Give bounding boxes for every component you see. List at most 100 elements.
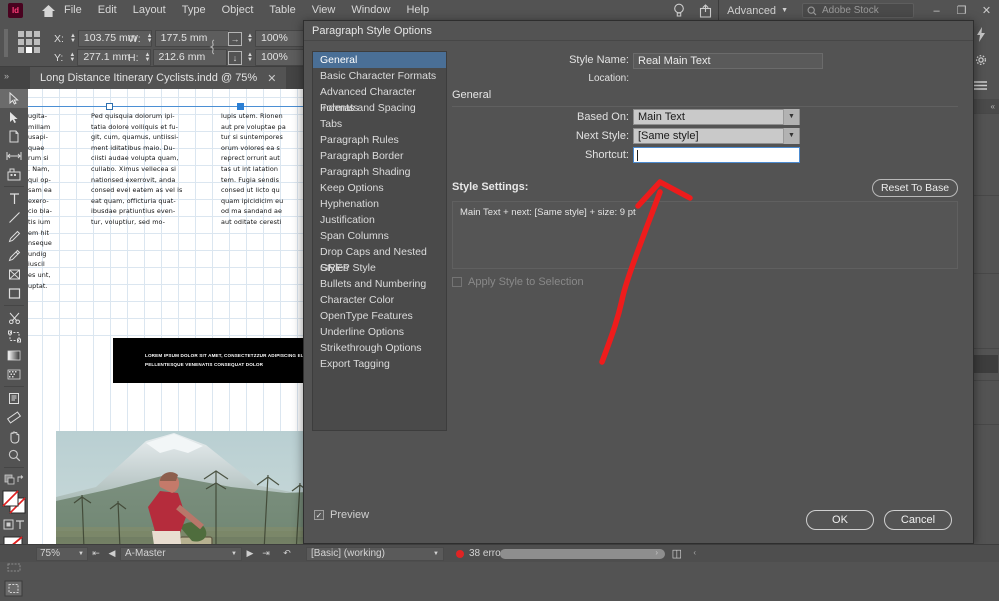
panel-expand-icon[interactable]: » [4,71,9,81]
scissors-tool[interactable] [0,308,28,327]
cyclist-photo[interactable] [56,431,308,544]
menu-item-object[interactable]: Object [214,0,262,21]
based-on-select[interactable]: Main Text ▼ [633,109,800,125]
dialog-nav-hyphenation[interactable]: Hyphenation [313,196,446,212]
minimize-button[interactable]: – [924,0,949,21]
scroll-right-icon[interactable]: › [655,548,658,557]
workspace-switcher[interactable]: Advanced ▼ [718,0,796,21]
dialog-nav-tabs[interactable]: Tabs [313,116,446,132]
master-page-select[interactable]: A-Master ▼ [120,546,242,561]
scale-y-group[interactable]: ↓ ▲ ▼ 100% [228,49,315,66]
first-page-icon[interactable]: ⇤ [88,548,104,559]
menu-item-help[interactable]: Help [398,0,437,21]
apply-style-to-selection-row[interactable]: Apply Style to Selection [452,276,584,288]
fill-stroke-swap[interactable] [0,470,28,489]
ok-button[interactable]: OK [806,510,874,530]
x-stepper[interactable]: ▲ ▼ [68,30,78,47]
chevron-down-icon-zoom[interactable]: ▼ [78,551,84,557]
text-column-middle[interactable]: Ped quisquia dolorum ipi- tatia dolore v… [91,111,195,228]
dialog-nav-keep-options[interactable]: Keep Options [313,180,446,196]
gradient-swatch-tool[interactable] [0,346,28,365]
scale-x-group[interactable]: → ▲ ▼ 100% [228,30,315,47]
dialog-nav-advanced-character-formats[interactable]: Advanced Character Formats [313,84,446,114]
spread-overflow-icon[interactable]: ‹ [693,548,696,557]
chevron-down-icon[interactable]: ▼ [783,109,799,125]
gradient-feather-tool[interactable] [0,365,28,384]
apply-style-checkbox[interactable] [452,277,462,287]
dialog-nav-list[interactable]: General Basic Character Formats Advanced… [312,51,447,431]
close-icon[interactable]: ✕ [267,72,276,85]
spread-view-icon[interactable]: ◫ [672,547,682,560]
control-bar-grip[interactable] [4,29,8,57]
selection-tool[interactable] [0,89,28,108]
fill-stroke-swatches[interactable] [0,489,28,515]
page-history-icon[interactable]: ↶ [274,548,300,559]
menu-item-file[interactable]: File [56,0,90,21]
previous-page-icon[interactable]: ◀ [104,548,120,559]
w-stepper[interactable]: ▲ ▼ [145,30,155,47]
caption-frame[interactable]: LOREM IPSUM DOLOR SIT AMET, CONSECTETZZU… [113,338,308,383]
dialog-nav-indents-and-spacing[interactable]: Indents and Spacing [313,100,446,116]
measure-tool[interactable] [0,408,28,427]
dialog-nav-paragraph-shading[interactable]: Paragraph Shading [313,164,446,180]
close-button[interactable]: ✕ [974,0,999,21]
dialog-nav-opentype-features[interactable]: OpenType Features [313,308,446,324]
hand-tool[interactable] [0,427,28,446]
frame-tool[interactable] [0,265,28,284]
scrollbar-thumb[interactable] [500,549,665,559]
document-tab[interactable]: Long Distance Itinerary Cyclists.indd @ … [30,67,287,89]
zoom-level-select[interactable]: 75% ▼ [36,546,88,561]
dialog-nav-strikethrough-options[interactable]: Strikethrough Options [313,340,446,356]
preflight-profile-select[interactable]: [Basic] (working) ▼ [306,546,444,561]
frame-handle[interactable] [106,103,113,110]
pencil-tool[interactable] [0,246,28,265]
chevron-down-icon-2[interactable]: ▼ [783,128,799,144]
menu-item-table[interactable]: Table [261,0,303,21]
page[interactable]: ugita- millam usapi- quae rum si . Nam, … [28,89,308,544]
share-icon[interactable] [692,0,718,21]
h-stepper[interactable]: ▲ ▼ [143,49,153,66]
style-settings-box[interactable]: Main Text + next: [Same style] + size: 9… [452,201,958,269]
dialog-nav-paragraph-rules[interactable]: Paragraph Rules [313,132,446,148]
y-stepper[interactable]: ▲ ▼ [67,49,77,66]
cancel-button[interactable]: Cancel [884,510,952,530]
frame-handle-selected[interactable] [237,103,244,110]
menu-item-edit[interactable]: Edit [90,0,125,21]
gap-tool[interactable] [0,146,28,165]
screen-mode-button[interactable] [0,577,28,601]
free-transform-tool[interactable] [0,327,28,346]
horizontal-scrollbar[interactable]: › ◫ ‹ [440,548,700,560]
adobe-stock-search[interactable]: Adobe Stock [802,3,914,18]
paragraph-style-options-dialog[interactable]: Paragraph Style Options General Basic Ch… [303,20,974,544]
chevron-down-icon-master[interactable]: ▼ [231,551,237,557]
chevron-down-icon-preflight[interactable]: ▼ [433,551,439,557]
dialog-nav-paragraph-border[interactable]: Paragraph Border [313,148,446,164]
style-name-input[interactable]: Real Main Text [633,53,823,69]
reference-point-widget[interactable] [18,31,44,57]
lightbulb-icon[interactable] [666,0,692,21]
type-tool[interactable] [0,189,28,208]
last-page-icon[interactable]: ⇥ [258,548,274,559]
restore-button[interactable]: ❐ [949,0,974,21]
direct-selection-tool[interactable] [0,108,28,127]
note-tool[interactable] [0,389,28,408]
dialog-nav-export-tagging[interactable]: Export Tagging [313,356,446,372]
formatting-affects-container[interactable] [0,515,28,534]
menu-item-view[interactable]: View [304,0,344,21]
rectangle-tool[interactable] [0,284,28,303]
page-tool[interactable] [0,127,28,146]
dialog-nav-underline-options[interactable]: Underline Options [313,324,446,340]
text-column-right[interactable]: lupis utem. Rionen aut pre voluptae pa t… [221,111,308,228]
pen-tool[interactable] [0,227,28,246]
constrain-proportions-icon[interactable] [208,39,218,58]
scale-x-stepper[interactable]: ▲ ▼ [245,30,255,47]
scale-y-stepper[interactable]: ▲ ▼ [245,49,255,66]
dialog-nav-character-color[interactable]: Character Color [313,292,446,308]
dialog-nav-bullets-and-numbering[interactable]: Bullets and Numbering [313,276,446,292]
zoom-tool[interactable] [0,446,28,465]
preview-row[interactable]: ✓ Preview [314,509,369,521]
content-collector-tool[interactable] [0,165,28,184]
menu-item-type[interactable]: Type [174,0,214,21]
next-page-icon[interactable]: ▶ [242,548,258,559]
line-tool[interactable] [0,208,28,227]
